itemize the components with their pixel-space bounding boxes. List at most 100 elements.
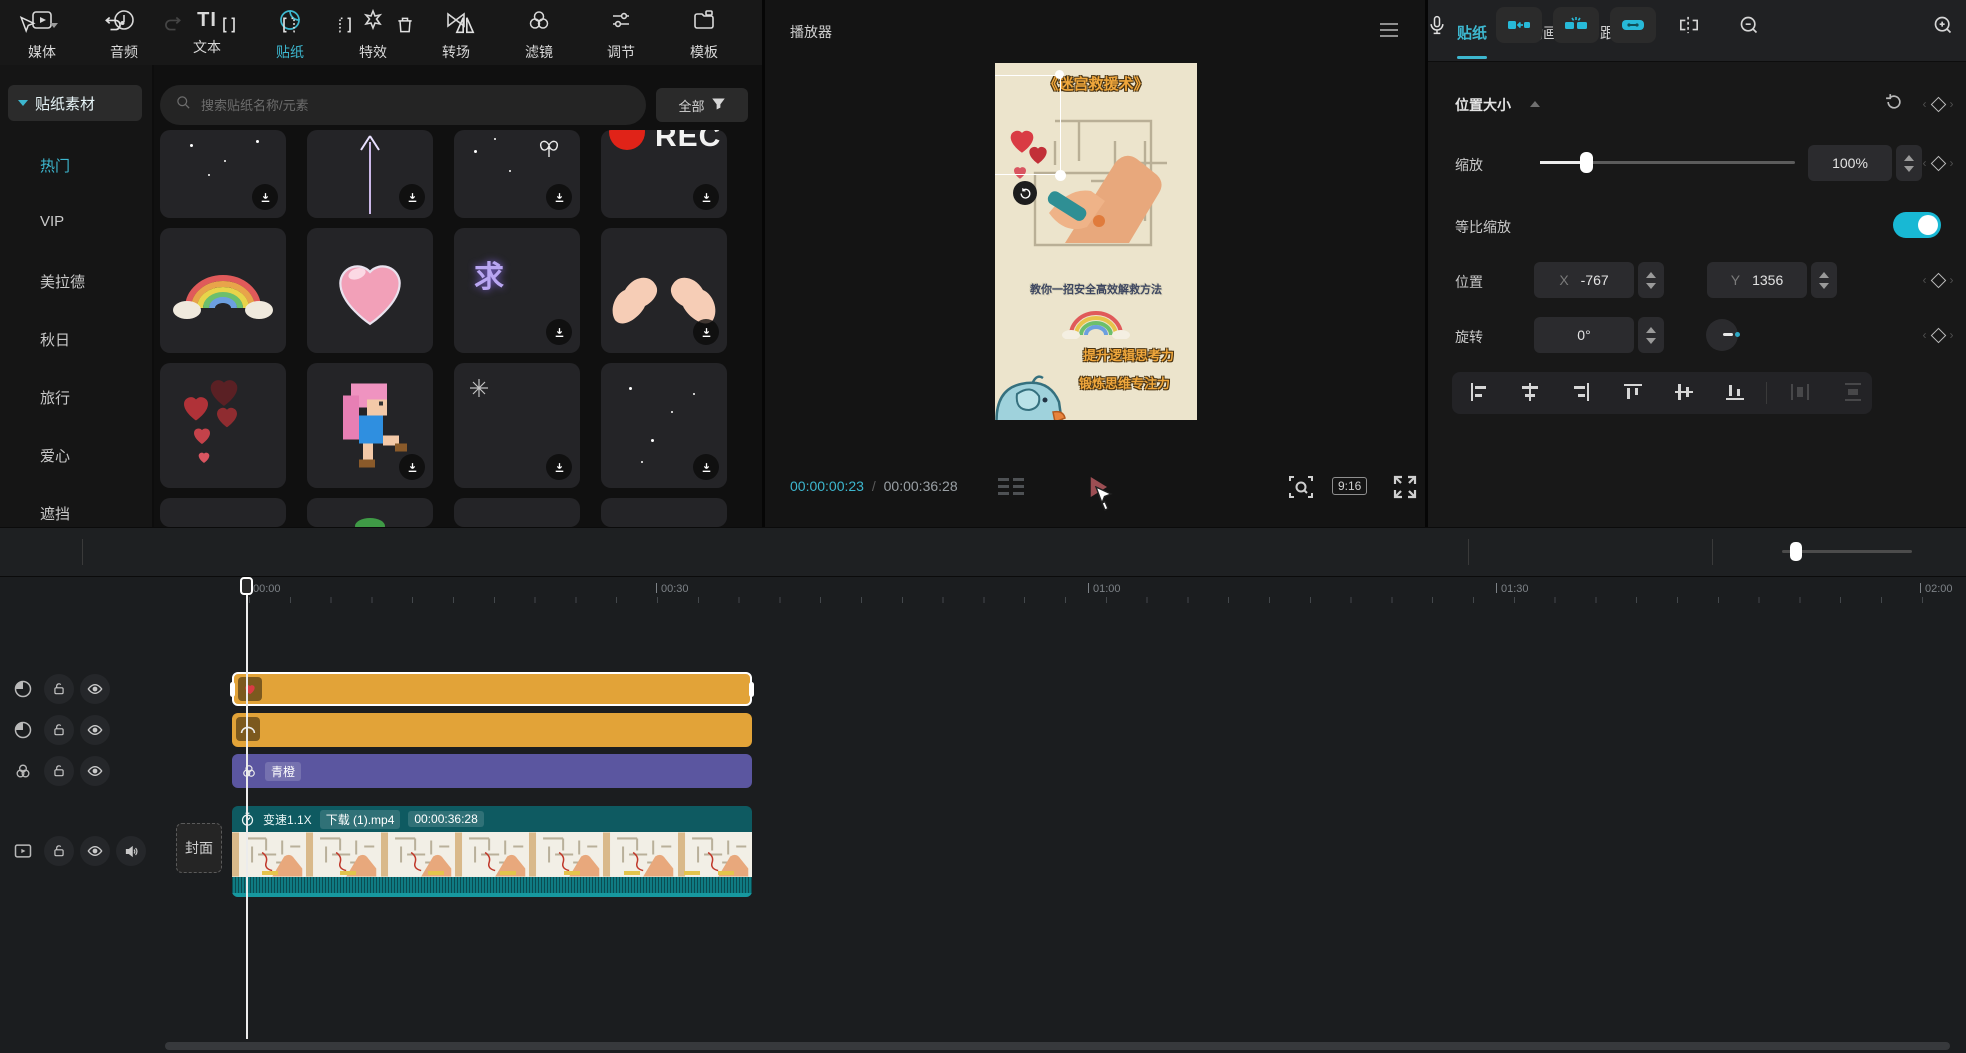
sticker-clip-selected[interactable] [232,672,752,706]
sticker-card-sparkle-dots[interactable] [160,130,286,218]
split-view-button[interactable] [1672,8,1706,42]
delete-button[interactable] [388,8,422,42]
keyframe-button-scale[interactable]: ‹› [1918,153,1958,173]
lock-icon[interactable] [44,836,74,866]
download-icon[interactable] [546,184,572,210]
sticker-card-rec[interactable]: REC [601,130,727,218]
speaker-icon[interactable] [116,836,146,866]
download-icon[interactable] [399,454,425,480]
timeline-zoom-in-button[interactable] [1926,8,1960,42]
distribute-v-button[interactable] [1842,381,1864,408]
position-x-field[interactable]: X -767 [1534,262,1634,298]
sidebar-item-love[interactable]: 爱心 [40,445,70,466]
download-icon[interactable] [693,184,719,210]
split-left-button[interactable] [272,8,306,42]
sticker-card-hearts-cluster[interactable] [160,363,286,488]
download-icon[interactable] [546,319,572,345]
align-right-button[interactable] [1570,381,1592,408]
sticker-card-star-dots[interactable] [601,363,727,488]
position-y-field[interactable]: Y 1356 [1707,262,1807,298]
video-clip[interactable]: 变速1.1X 下载 (1).mp4 00:00:36:28 [232,806,752,897]
preview-axis-toggle-button[interactable] [1610,7,1656,43]
sidebar-item-travel[interactable]: 旅行 [40,387,70,408]
download-icon[interactable] [693,454,719,480]
snap-toggle-button[interactable] [1496,7,1542,43]
select-tool-dropdown[interactable] [44,8,64,42]
mirror-button[interactable] [448,8,482,42]
filter-clip[interactable]: 青橙 [232,754,752,788]
toolbar-item-filter[interactable]: 滤镜 [503,8,575,60]
keyframe-button-rotation[interactable]: ‹› [1918,325,1958,345]
tab-sticker[interactable]: 贴纸 [1457,22,1487,43]
sticker-card-partial-2[interactable] [307,498,433,527]
player-menu-button[interactable] [1380,23,1400,39]
keyframe-button-position[interactable]: ‹› [1918,270,1958,290]
sticker-clip-2[interactable] [232,713,752,747]
timeline-zoom-out-button[interactable] [1732,8,1766,42]
split-button[interactable] [212,8,246,42]
timeline-zoom-slider[interactable] [1782,550,1912,553]
selection-handle[interactable] [1055,170,1066,181]
rotation-field[interactable]: 0° [1534,317,1634,353]
eye-icon[interactable] [80,674,110,704]
clip-trim-handle-left[interactable] [230,682,235,697]
timeline-zoom-thumb[interactable] [1790,542,1802,561]
undo-button[interactable] [96,8,130,42]
filter-all-button[interactable]: 全部 [656,88,748,122]
lock-icon[interactable] [44,674,74,704]
lock-icon[interactable] [44,756,74,786]
download-icon[interactable] [252,184,278,210]
search-input[interactable] [199,97,579,114]
playhead-line[interactable] [246,577,248,1039]
sticker-card-partial-3[interactable] [454,498,580,527]
scale-slider[interactable] [1540,161,1795,164]
fullscreen-button[interactable] [1392,474,1418,505]
eye-icon[interactable] [80,756,110,786]
sticker-card-sparkle-butterfly[interactable] [454,130,580,218]
sticker-card-qiu-text[interactable]: 求 [454,228,580,353]
eye-icon[interactable] [80,836,110,866]
align-bottom-button[interactable] [1724,381,1746,408]
clip-trim-handle-right[interactable] [749,682,754,697]
rotate-handle[interactable] [1013,181,1037,205]
video-preview[interactable]: 《迷宫救援术》 教你一招安全高效解救方法 提升逻辑 [995,63,1197,420]
sticker-card-heart-3d[interactable] [307,228,433,353]
sticker-card-arrow-up[interactable] [307,130,433,218]
download-icon[interactable] [399,184,425,210]
sticker-card-pixel-girl[interactable] [307,363,433,488]
sticker-card-partial-1[interactable] [160,498,286,527]
scale-slider-thumb[interactable] [1580,152,1593,173]
sticker-card-partial-4[interactable] [601,498,727,527]
select-tool-button[interactable] [10,8,44,42]
download-icon[interactable] [546,454,572,480]
sidebar-item-autumn[interactable]: 秋日 [40,329,70,350]
align-center-v-button[interactable] [1673,381,1695,408]
section-position-size[interactable]: 位置大小 [1455,95,1511,115]
sidebar-item-vip[interactable]: VIP [40,213,64,230]
reset-button[interactable] [1884,92,1904,117]
linkage-toggle-button[interactable] [1553,7,1599,43]
keyframe-button-section[interactable]: ‹› [1918,94,1958,114]
align-left-button[interactable] [1468,381,1490,408]
sticker-card-sparkle[interactable] [454,363,580,488]
queue-icon[interactable] [998,477,1024,502]
download-icon[interactable] [693,319,719,345]
rotation-knob[interactable] [1706,319,1738,351]
distribute-h-button[interactable] [1789,381,1811,408]
split-right-button[interactable] [328,8,362,42]
redo-button[interactable] [156,8,190,42]
playhead-head[interactable] [240,577,253,595]
scale-value[interactable]: 100% [1808,145,1892,181]
toolbar-item-template[interactable]: 模板 [668,8,740,60]
preview-zoom-button[interactable] [1288,474,1314,505]
position-x-stepper[interactable] [1638,262,1664,298]
timeline-ruler[interactable]: 00:00 00:30 01:00 01:30 02:00 [232,577,1966,607]
cover-button[interactable]: 封面 [176,823,222,873]
align-center-h-button[interactable] [1519,381,1541,408]
toolbar-item-adjust[interactable]: 调节 [585,8,657,60]
lock-icon[interactable] [44,715,74,745]
sidebar-item-hot[interactable]: 热门 [40,155,70,176]
sidebar-item-meilade[interactable]: 美拉德 [40,271,85,292]
sticker-selection-box[interactable] [995,75,1061,175]
sticker-card-heart-hands[interactable] [601,228,727,353]
